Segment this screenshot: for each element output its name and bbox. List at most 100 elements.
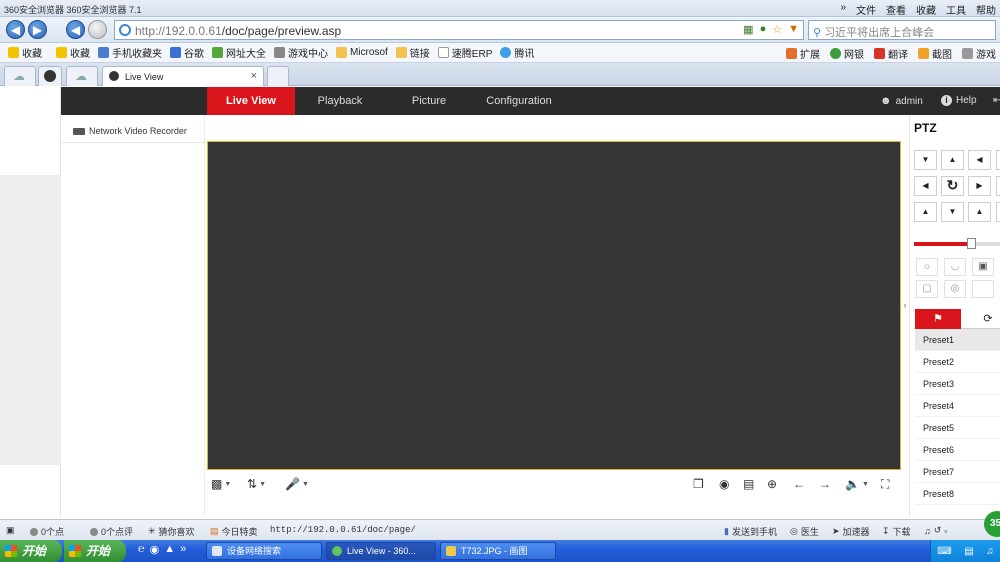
digital-zoom-button[interactable]: ⊕ <box>767 477 777 491</box>
task-device-search[interactable]: 设备网络搜索 <box>206 542 322 560</box>
ptz-up-left-button[interactable]: ▼ <box>914 150 937 170</box>
fav-item[interactable]: Microsof <box>336 47 388 58</box>
task-live-view[interactable]: Live View - 360... <box>326 542 436 560</box>
nav-configuration[interactable]: Configuration <box>477 87 561 115</box>
slider-handle[interactable] <box>967 238 976 249</box>
new-tab-button[interactable] <box>267 66 289 86</box>
close-icon[interactable]: × <box>251 70 257 82</box>
fav-item[interactable]: 速腾ERP <box>437 45 492 60</box>
fav-item[interactable]: 收藏 <box>8 45 42 60</box>
download-button[interactable]: ↧ 下载 <box>882 525 911 538</box>
favorite-icon[interactable]: ☆ <box>772 23 782 36</box>
keyboard-icon[interactable]: ⌨ <box>937 546 951 557</box>
stop-all-button[interactable]: ❐ <box>693 477 704 491</box>
fav-item[interactable]: 谷歌 <box>170 45 204 60</box>
doctor-button[interactable]: ◎ 医生 <box>790 525 819 538</box>
fullscreen-button[interactable]: ⛶ <box>881 477 889 492</box>
security-icon[interactable]: ● <box>760 23 767 36</box>
bank-button[interactable]: 网银 <box>830 46 864 61</box>
light-icon[interactable]: ☼ <box>916 258 938 276</box>
statusbar-toggle[interactable]: ▣ <box>6 525 15 536</box>
tab-cloud-2[interactable]: ☁ <box>66 66 98 86</box>
screenshot-button[interactable]: 截图 <box>918 46 952 61</box>
ptz-down-left-button[interactable]: ▲ <box>914 202 937 222</box>
shield-icon[interactable]: ▲ <box>164 543 175 556</box>
back-icon[interactable]: ◀ <box>6 20 25 39</box>
tab-pinned[interactable] <box>38 66 62 86</box>
accelerator-button[interactable]: ➤ 加速器 <box>832 525 870 538</box>
ptz-speed-slider[interactable] <box>914 238 1000 249</box>
fav-item[interactable]: 腾讯 <box>500 45 534 60</box>
list-item[interactable]: Preset1 <box>915 329 1000 351</box>
microphone-button[interactable]: 🎤 ▼ <box>285 477 309 491</box>
send-to-phone[interactable]: ▮ 发送到手机 <box>724 525 777 538</box>
collapse-ptz-icon[interactable]: › <box>901 300 909 314</box>
volume-button[interactable]: 🔈 ▼ <box>845 477 869 491</box>
menu-icon[interactable]: ◎ <box>944 280 966 298</box>
status-reviews[interactable]: 0个点评 <box>90 525 133 538</box>
ptz-down-button[interactable]: ▼ <box>941 202 964 222</box>
nav-picture[interactable]: Picture <box>391 87 467 115</box>
window-layout-button[interactable]: ▩ ▼ <box>211 477 231 491</box>
browser-icon[interactable]: ◉ <box>150 543 160 556</box>
compat-icon[interactable]: ▦ <box>743 23 753 36</box>
ptz-right-button[interactable]: ▶ <box>968 176 991 196</box>
ptz-up-button[interactable]: ▲ <box>941 150 964 170</box>
list-item[interactable]: Preset3 <box>915 373 1000 395</box>
network-icon[interactable]: ▤ <box>964 546 973 557</box>
start-button[interactable]: 开始 <box>0 540 62 562</box>
task-paint[interactable]: T732.JPG - 画图 <box>440 542 556 560</box>
extensions-button[interactable]: 扩展 <box>786 46 820 61</box>
back-button-main[interactable]: ◀ <box>66 20 85 39</box>
status-comments[interactable]: 0个点 <box>30 525 64 538</box>
menu-favorites[interactable]: 收藏 <box>916 2 936 17</box>
next-page-button[interactable]: → <box>819 477 831 491</box>
tab-presets[interactable]: ⚑ <box>915 309 961 329</box>
list-item[interactable]: Preset2 <box>915 351 1000 373</box>
translate-button[interactable]: 翻译 <box>874 46 908 61</box>
ptz-up-right-button[interactable]: ◀ <box>968 150 991 170</box>
ptz-left-button[interactable]: ◀ <box>914 176 937 196</box>
menu-help[interactable]: 帮助 <box>976 2 996 17</box>
user-menu[interactable]: ☻ admin <box>880 95 923 107</box>
nav-playback[interactable]: Playback <box>301 87 379 115</box>
list-item[interactable]: Preset5 <box>915 417 1000 439</box>
status-recommend[interactable]: ✳ 猜你喜欢 <box>148 525 195 538</box>
ie-icon[interactable]: ℮ <box>138 543 145 556</box>
focus-assist-icon[interactable]: ▣ <box>972 258 994 276</box>
list-item[interactable]: Preset7 <box>915 461 1000 483</box>
menu-more[interactable]: » <box>840 2 846 17</box>
previous-page-button[interactable]: ← <box>793 477 805 491</box>
ptz-extra-button[interactable] <box>972 280 994 298</box>
menu-file[interactable]: 文件 <box>856 2 876 17</box>
logout-link[interactable]: ⇤ <box>993 95 1000 106</box>
record-button[interactable]: ▤ <box>743 477 754 491</box>
stream-type-button[interactable]: ⇅ ▼ <box>247 477 266 491</box>
ptz-down-right-button[interactable]: ▲ <box>968 202 991 222</box>
tab-live-view[interactable]: Live View × <box>102 66 264 86</box>
start-button-2[interactable]: 开始 <box>64 540 126 562</box>
list-item[interactable]: Preset4 <box>915 395 1000 417</box>
device-node[interactable]: Network Video Recorder <box>73 126 187 136</box>
ptz-auto-button[interactable]: ↻ <box>941 176 964 196</box>
forward-icon[interactable]: ▶ <box>28 20 47 39</box>
tab-patrol[interactable]: ⟳ <box>965 309 1000 329</box>
help-link[interactable]: i Help <box>941 95 977 106</box>
fav-item[interactable]: 链接 <box>395 45 430 60</box>
status-deals[interactable]: ▤ 今日特卖 <box>210 525 258 538</box>
fav-item[interactable]: 收藏 <box>56 45 90 60</box>
nav-live-view[interactable]: Live View <box>207 87 295 115</box>
list-item[interactable]: Preset6 <box>915 439 1000 461</box>
ptz-zoom-in-button[interactable] <box>996 150 1000 170</box>
capture-button[interactable]: ◉ <box>719 477 729 491</box>
dropdown-icon[interactable]: ▼ <box>788 23 799 36</box>
volume-icon[interactable]: ♫ <box>986 546 994 557</box>
wiper-icon[interactable]: ◡ <box>944 258 966 276</box>
ptz-iris-button[interactable] <box>996 202 1000 222</box>
fav-item[interactable]: 手机收藏夹 <box>98 45 162 60</box>
menu-tools[interactable]: 工具 <box>946 2 966 17</box>
lens-init-icon[interactable]: ▢ <box>916 280 938 298</box>
url-field[interactable]: http://192.0.0.61/doc/page/preview.asp ▦… <box>114 20 804 40</box>
menu-view[interactable]: 查看 <box>886 2 906 17</box>
fav-item[interactable]: 游戏中心 <box>274 45 328 60</box>
